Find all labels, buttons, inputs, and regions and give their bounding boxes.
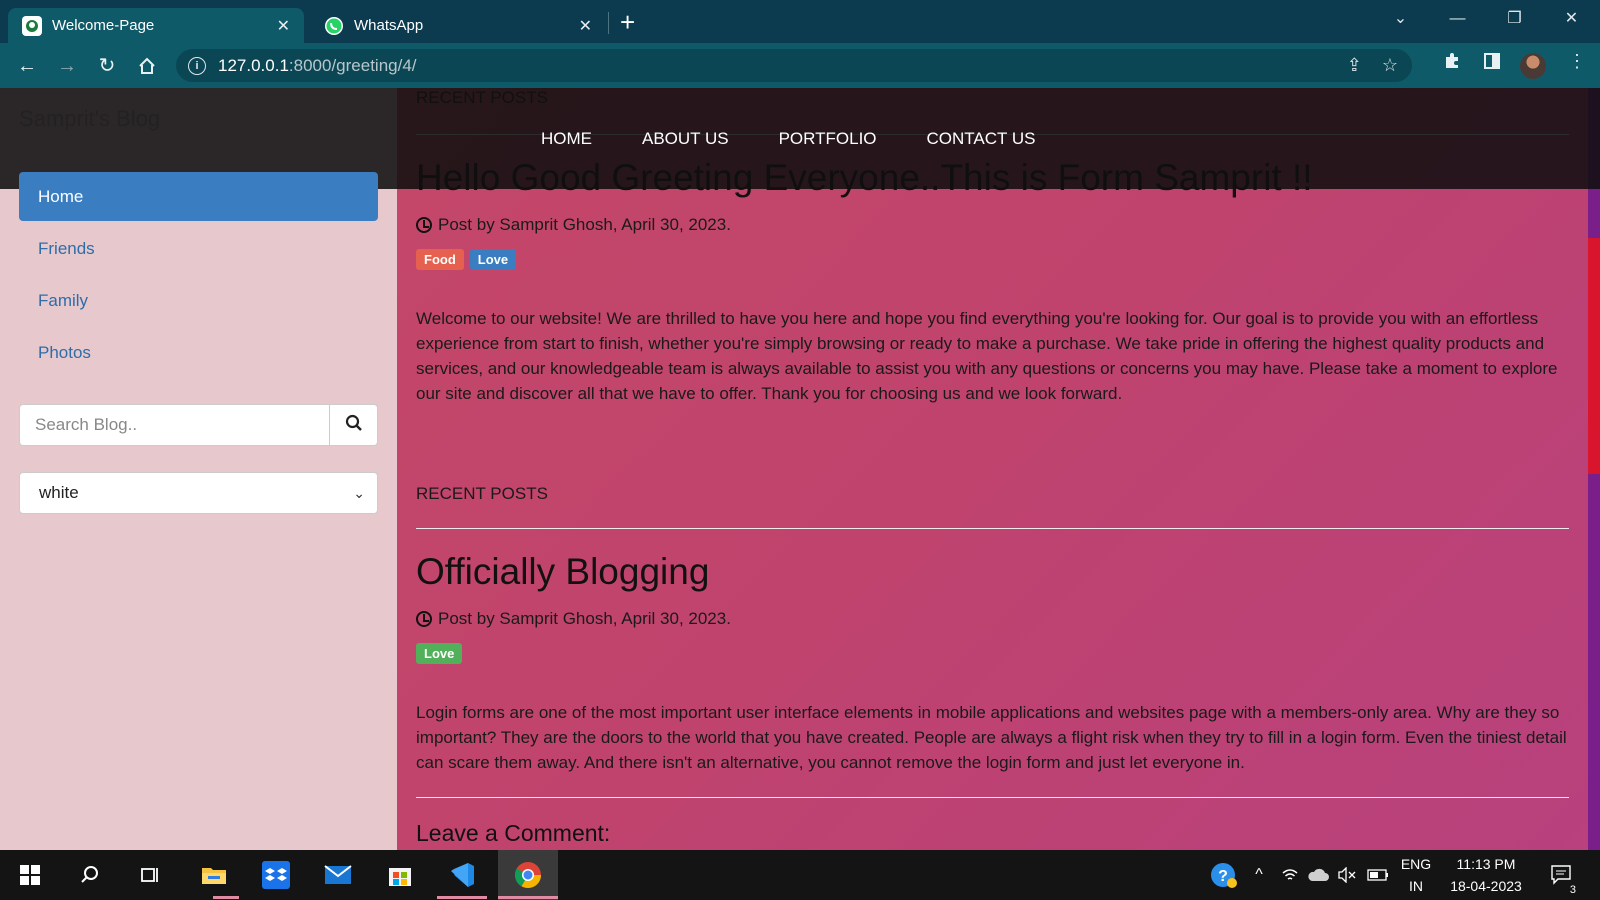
sidebar-item-home[interactable]: Home <box>19 172 378 221</box>
task-view-icon[interactable] <box>134 859 166 891</box>
browser-toolbar: ← → ↻ i 127.0.0.1:8000/greeting/4/ ⇪ ☆ ⋮ <box>0 43 1600 88</box>
clock-icon <box>416 611 432 627</box>
language-indicator[interactable]: ENG IN <box>1396 850 1436 900</box>
volume-muted-icon[interactable] <box>1336 850 1358 900</box>
sidebar-item-family[interactable]: Family <box>19 276 378 325</box>
back-icon[interactable]: ← <box>12 51 42 81</box>
page-viewport: RECENT POSTS Hello Good Greeting Everyon… <box>0 88 1600 850</box>
tag-food[interactable]: Food <box>416 249 464 270</box>
extensions-icon[interactable] <box>1442 51 1462 76</box>
share-icon[interactable]: ⇪ <box>1347 55 1362 76</box>
close-tab-icon[interactable]: ✕ <box>277 16 290 36</box>
tab-welcome-page[interactable]: Welcome-Page ✕ <box>8 8 304 43</box>
whatsapp-icon <box>324 16 344 36</box>
svg-text:?: ? <box>1218 868 1228 885</box>
battery-icon <box>1366 850 1390 900</box>
taskbar: ? ^ ENG IN 11:13 PM 18-04-2023 3 <box>0 850 1600 900</box>
tab-title: Welcome-Page <box>52 17 155 34</box>
notification-count: 3 <box>1569 884 1576 896</box>
tag-love[interactable]: Love <box>469 249 517 270</box>
scrollbar[interactable] <box>1588 88 1600 850</box>
site-info-icon[interactable]: i <box>188 56 206 75</box>
post-title[interactable]: Officially Blogging <box>416 551 709 593</box>
search-icon[interactable] <box>74 859 106 891</box>
close-window-icon[interactable]: ✕ <box>1543 0 1600 40</box>
notifications-icon[interactable]: 3 <box>1544 850 1580 900</box>
search-input[interactable] <box>19 404 329 446</box>
comment-heading: Leave a Comment: <box>416 820 611 846</box>
windows-start-icon[interactable] <box>14 859 46 891</box>
divider <box>416 797 1569 798</box>
recent-posts-label: RECENT POSTS <box>416 484 548 503</box>
post-meta: Post by Samprit Ghosh, April 30, 2023. <box>416 215 731 235</box>
tab-title: WhatsApp <box>354 17 424 34</box>
scrollbar-thumb[interactable] <box>1588 238 1600 474</box>
microsoft-store-icon[interactable] <box>384 859 416 891</box>
post-tags: Food Love <box>416 249 517 270</box>
address-bar[interactable]: i 127.0.0.1:8000/greeting/4/ ⇪ ☆ <box>176 49 1412 82</box>
post-tags: Love <box>416 643 463 664</box>
theme-select-value: white <box>39 483 79 502</box>
new-tab-icon[interactable]: + <box>620 8 635 36</box>
file-explorer-icon[interactable] <box>198 859 230 891</box>
post-body: Login forms are one of the most importan… <box>416 703 1567 772</box>
show-hidden-icons-chevron-icon[interactable]: ^ <box>1250 850 1268 900</box>
onedrive-icon[interactable] <box>1306 850 1330 900</box>
main-menu: HOME ABOUT US PORTFOLIO CONTACT US <box>541 129 1035 149</box>
chrome-icon[interactable] <box>498 850 558 900</box>
home-icon[interactable] <box>132 51 162 81</box>
post-body: Welcome to our website! We are thrilled … <box>416 309 1558 403</box>
restore-icon[interactable]: ❐ <box>1486 0 1543 40</box>
sidebar-nav: Home Friends Family Photos <box>19 172 378 380</box>
tab-search-chevron-icon[interactable]: ⌄ <box>1372 0 1429 40</box>
tag-love[interactable]: Love <box>416 643 463 664</box>
mail-icon[interactable] <box>322 859 354 891</box>
bookmark-star-icon[interactable]: ☆ <box>1382 55 1398 76</box>
reload-icon[interactable]: ↻ <box>92 51 122 81</box>
sidebar-item-photos[interactable]: Photos <box>19 328 378 377</box>
theme-select[interactable]: white ⌄ <box>19 472 378 514</box>
browser-tab-strip: Welcome-Page ✕ WhatsApp ✕ + ⌄ — ❐ ✕ <box>0 0 1600 43</box>
menu-about-us[interactable]: ABOUT US <box>642 129 729 149</box>
help-icon[interactable]: ? <box>1208 859 1240 891</box>
dropbox-icon[interactable] <box>260 859 292 891</box>
chevron-down-icon: ⌄ <box>353 485 365 501</box>
running-indicator <box>498 896 558 899</box>
more-menu-icon[interactable]: ⋮ <box>1568 51 1586 72</box>
clock-icon <box>416 217 432 233</box>
profile-avatar[interactable] <box>1520 53 1546 79</box>
menu-contact-us[interactable]: CONTACT US <box>927 129 1036 149</box>
side-panel-icon[interactable] <box>1482 51 1502 76</box>
menu-portfolio[interactable]: PORTFOLIO <box>779 129 877 149</box>
running-indicator <box>213 896 239 899</box>
blog-search <box>19 404 378 446</box>
site-favicon-icon <box>22 15 42 36</box>
close-tab-icon[interactable]: ✕ <box>579 16 592 36</box>
sidebar-item-friends[interactable]: Friends <box>19 224 378 273</box>
divider <box>416 528 1569 529</box>
minimize-icon[interactable]: — <box>1429 0 1486 40</box>
search-icon <box>345 414 362 431</box>
tab-whatsapp[interactable]: WhatsApp ✕ <box>310 8 606 43</box>
menu-home[interactable]: HOME <box>541 129 592 149</box>
url-text: 127.0.0.1:8000/greeting/4/ <box>218 55 417 75</box>
post-meta: Post by Samprit Ghosh, April 30, 2023. <box>416 609 731 629</box>
window-controls: ⌄ — ❐ ✕ <box>1372 0 1600 40</box>
vscode-icon[interactable] <box>446 859 478 891</box>
forward-icon[interactable]: → <box>52 51 82 81</box>
search-button[interactable] <box>329 404 378 446</box>
tab-divider <box>608 12 609 34</box>
clock[interactable]: 11:13 PM 18-04-2023 <box>1444 850 1528 900</box>
wifi-icon[interactable] <box>1280 850 1300 900</box>
site-brand[interactable]: Samprit's Blog <box>19 106 160 132</box>
running-indicator <box>437 896 487 899</box>
